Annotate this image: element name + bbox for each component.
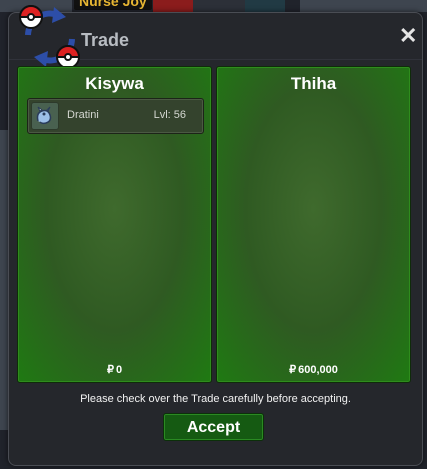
window-title: Trade <box>81 30 130 50</box>
money-amount-left: 0 <box>115 364 123 376</box>
background-tile <box>245 0 285 12</box>
close-icon[interactable]: ✕ <box>399 25 417 47</box>
pokemon-slot[interactable]: Dratini Lvl: 56 <box>27 98 204 134</box>
background-tile <box>300 0 427 12</box>
pokemon-level: Lvl: 56 <box>153 109 186 121</box>
money-amount-right: 600,000 <box>298 364 338 376</box>
accept-button[interactable]: Accept <box>163 413 264 441</box>
trade-window: Trade ✕ Kisywa Dratini Lvl: 56 ₽ 0 Thiha… <box>8 5 423 466</box>
player-name-right: Thiha <box>290 74 337 93</box>
trade-panel-right: Thiha ₽600,000 <box>216 66 411 383</box>
pokeball-swap-icon <box>18 5 81 69</box>
player-name-left: Kisywa <box>85 74 144 93</box>
background-tile <box>153 0 193 12</box>
money-offer-right: ₽600,000 <box>217 363 410 376</box>
currency-symbol: ₽ <box>289 364 297 376</box>
dratini-sprite-icon <box>31 102 59 130</box>
currency-symbol: ₽ <box>106 364 114 376</box>
money-offer-left: ₽0 <box>18 363 211 376</box>
pokemon-name: Dratini <box>67 109 99 121</box>
trade-panel-left: Kisywa Dratini Lvl: 56 ₽0 <box>17 66 212 383</box>
trade-notice: Please check over the Trade carefully be… <box>80 393 351 405</box>
background-tile <box>0 130 8 430</box>
